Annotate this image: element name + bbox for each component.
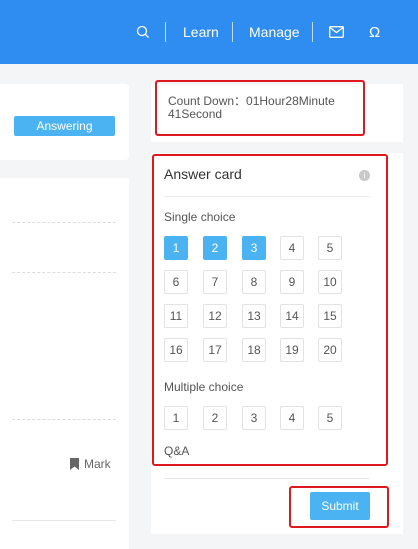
highlight-box-answer-card — [152, 154, 388, 466]
divider — [12, 419, 116, 420]
nav-manage-link[interactable]: Manage — [249, 0, 300, 64]
mark-button[interactable]: Mark — [70, 457, 111, 471]
bookmark-icon — [70, 458, 79, 470]
question-list-card — [0, 178, 129, 549]
mark-label: Mark — [84, 457, 111, 471]
highlight-box-submit — [289, 486, 389, 528]
divider — [12, 272, 116, 273]
status-badge: Answering — [14, 116, 115, 136]
nav-divider — [312, 22, 313, 42]
divider — [164, 478, 370, 479]
divider — [12, 222, 116, 223]
top-nav-bar: Learn Manage Ω — [0, 0, 418, 64]
search-icon[interactable] — [136, 0, 150, 64]
nav-divider — [165, 22, 166, 42]
omega-icon[interactable]: Ω — [369, 0, 380, 64]
divider — [12, 520, 116, 521]
mail-icon[interactable] — [329, 0, 344, 64]
nav-learn-link[interactable]: Learn — [183, 0, 219, 64]
highlight-box-countdown — [155, 80, 365, 136]
nav-divider — [232, 22, 233, 42]
